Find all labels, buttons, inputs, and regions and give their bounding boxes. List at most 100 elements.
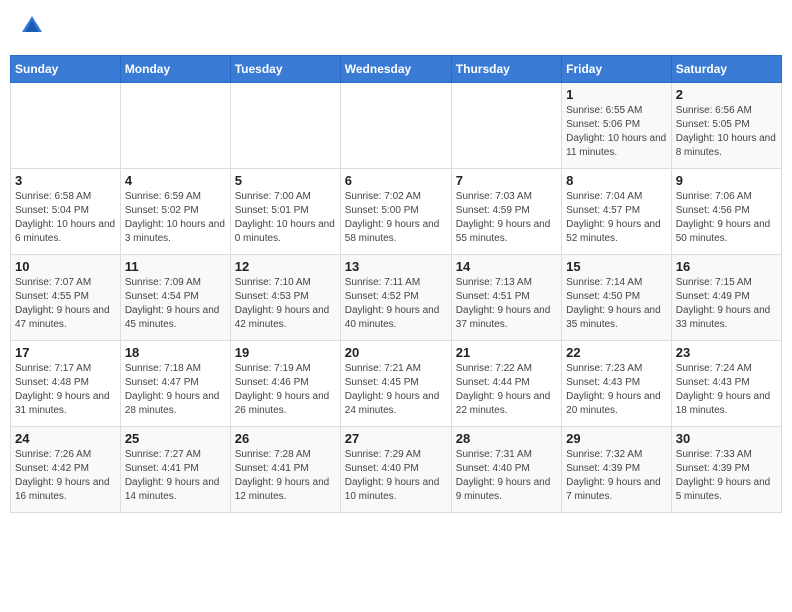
day-cell bbox=[230, 83, 340, 169]
day-cell bbox=[120, 83, 230, 169]
day-info: Sunrise: 7:14 AM Sunset: 4:50 PM Dayligh… bbox=[566, 276, 667, 332]
day-cell: 14 Sunrise: 7:13 AM Sunset: 4:51 PM Dayli… bbox=[451, 255, 561, 341]
calendar-table: SundayMondayTuesdayWednesdayThursdayFrid… bbox=[10, 55, 782, 513]
day-cell: 2 Sunrise: 6:56 AM Sunset: 5:05 PM Daylig… bbox=[671, 83, 781, 169]
calendar-header-row: SundayMondayTuesdayWednesdayThursdayFrid… bbox=[11, 56, 782, 83]
day-cell: 11 Sunrise: 7:09 AM Sunset: 4:54 PM Dayli… bbox=[120, 255, 230, 341]
day-number: 22 bbox=[566, 345, 667, 360]
day-info: Sunrise: 7:24 AM Sunset: 4:43 PM Dayligh… bbox=[676, 362, 777, 418]
day-number: 3 bbox=[15, 173, 116, 188]
column-header-friday: Friday bbox=[562, 56, 672, 83]
day-number: 19 bbox=[235, 345, 336, 360]
day-cell: 26 Sunrise: 7:28 AM Sunset: 4:41 PM Dayli… bbox=[230, 427, 340, 513]
column-header-thursday: Thursday bbox=[451, 56, 561, 83]
day-info: Sunrise: 7:10 AM Sunset: 4:53 PM Dayligh… bbox=[235, 276, 336, 332]
day-number: 17 bbox=[15, 345, 116, 360]
day-info: Sunrise: 7:11 AM Sunset: 4:52 PM Dayligh… bbox=[345, 276, 447, 332]
day-number: 8 bbox=[566, 173, 667, 188]
day-number: 2 bbox=[676, 87, 777, 102]
day-number: 21 bbox=[456, 345, 557, 360]
day-number: 25 bbox=[125, 431, 226, 446]
day-cell: 18 Sunrise: 7:18 AM Sunset: 4:47 PM Dayli… bbox=[120, 341, 230, 427]
day-info: Sunrise: 7:04 AM Sunset: 4:57 PM Dayligh… bbox=[566, 190, 667, 246]
day-cell: 24 Sunrise: 7:26 AM Sunset: 4:42 PM Dayli… bbox=[11, 427, 121, 513]
page-header bbox=[10, 10, 782, 47]
day-number: 15 bbox=[566, 259, 667, 274]
week-row-2: 3 Sunrise: 6:58 AM Sunset: 5:04 PM Daylig… bbox=[11, 169, 782, 255]
column-header-monday: Monday bbox=[120, 56, 230, 83]
day-info: Sunrise: 7:31 AM Sunset: 4:40 PM Dayligh… bbox=[456, 448, 557, 504]
day-number: 1 bbox=[566, 87, 667, 102]
day-cell: 8 Sunrise: 7:04 AM Sunset: 4:57 PM Daylig… bbox=[562, 169, 672, 255]
day-info: Sunrise: 7:27 AM Sunset: 4:41 PM Dayligh… bbox=[125, 448, 226, 504]
day-info: Sunrise: 7:22 AM Sunset: 4:44 PM Dayligh… bbox=[456, 362, 557, 418]
day-info: Sunrise: 7:21 AM Sunset: 4:45 PM Dayligh… bbox=[345, 362, 447, 418]
column-header-wednesday: Wednesday bbox=[340, 56, 451, 83]
logo-icon bbox=[20, 14, 44, 38]
day-number: 4 bbox=[125, 173, 226, 188]
calendar-body: 1 Sunrise: 6:55 AM Sunset: 5:06 PM Daylig… bbox=[11, 83, 782, 513]
day-cell: 13 Sunrise: 7:11 AM Sunset: 4:52 PM Dayli… bbox=[340, 255, 451, 341]
day-info: Sunrise: 6:58 AM Sunset: 5:04 PM Dayligh… bbox=[15, 190, 116, 246]
day-info: Sunrise: 7:15 AM Sunset: 4:49 PM Dayligh… bbox=[676, 276, 777, 332]
day-cell: 7 Sunrise: 7:03 AM Sunset: 4:59 PM Daylig… bbox=[451, 169, 561, 255]
column-header-tuesday: Tuesday bbox=[230, 56, 340, 83]
day-info: Sunrise: 7:00 AM Sunset: 5:01 PM Dayligh… bbox=[235, 190, 336, 246]
day-cell: 27Sunrise: 7:29 AM Sunset: 4:40 PM Dayli… bbox=[340, 427, 451, 513]
day-cell: 9Sunrise: 7:06 AM Sunset: 4:56 PM Daylig… bbox=[671, 169, 781, 255]
day-cell: 29 Sunrise: 7:32 AM Sunset: 4:39 PM Dayli… bbox=[562, 427, 672, 513]
day-cell: 5Sunrise: 7:00 AM Sunset: 5:01 PM Daylig… bbox=[230, 169, 340, 255]
day-info: Sunrise: 7:32 AM Sunset: 4:39 PM Dayligh… bbox=[566, 448, 667, 504]
day-number: 28 bbox=[456, 431, 557, 446]
day-cell: 16 Sunrise: 7:15 AM Sunset: 4:49 PM Dayli… bbox=[671, 255, 781, 341]
day-cell bbox=[340, 83, 451, 169]
day-info: Sunrise: 6:56 AM Sunset: 5:05 PM Dayligh… bbox=[676, 104, 777, 160]
day-cell: 25 Sunrise: 7:27 AM Sunset: 4:41 PM Dayli… bbox=[120, 427, 230, 513]
day-cell: 15 Sunrise: 7:14 AM Sunset: 4:50 PM Dayli… bbox=[562, 255, 672, 341]
day-number: 26 bbox=[235, 431, 336, 446]
day-cell bbox=[451, 83, 561, 169]
day-info: Sunrise: 7:02 AM Sunset: 5:00 PM Dayligh… bbox=[345, 190, 447, 246]
day-info: Sunrise: 7:26 AM Sunset: 4:42 PM Dayligh… bbox=[15, 448, 116, 504]
day-number: 20 bbox=[345, 345, 447, 360]
day-number: 24 bbox=[15, 431, 116, 446]
day-cell: 12 Sunrise: 7:10 AM Sunset: 4:53 PM Dayli… bbox=[230, 255, 340, 341]
logo bbox=[18, 14, 44, 43]
day-cell: 6Sunrise: 7:02 AM Sunset: 5:00 PM Daylig… bbox=[340, 169, 451, 255]
week-row-4: 17 Sunrise: 7:17 AM Sunset: 4:48 PM Dayli… bbox=[11, 341, 782, 427]
week-row-3: 10Sunrise: 7:07 AM Sunset: 4:55 PM Dayli… bbox=[11, 255, 782, 341]
day-number: 12 bbox=[235, 259, 336, 274]
day-number: 9 bbox=[676, 173, 777, 188]
day-cell: 17 Sunrise: 7:17 AM Sunset: 4:48 PM Dayli… bbox=[11, 341, 121, 427]
day-info: Sunrise: 7:18 AM Sunset: 4:47 PM Dayligh… bbox=[125, 362, 226, 418]
day-number: 27 bbox=[345, 431, 447, 446]
day-number: 16 bbox=[676, 259, 777, 274]
week-row-5: 24 Sunrise: 7:26 AM Sunset: 4:42 PM Dayli… bbox=[11, 427, 782, 513]
day-number: 23 bbox=[676, 345, 777, 360]
day-cell: 4Sunrise: 6:59 AM Sunset: 5:02 PM Daylig… bbox=[120, 169, 230, 255]
day-cell: 3 Sunrise: 6:58 AM Sunset: 5:04 PM Daylig… bbox=[11, 169, 121, 255]
day-cell: 1 Sunrise: 6:55 AM Sunset: 5:06 PM Daylig… bbox=[562, 83, 672, 169]
day-number: 14 bbox=[456, 259, 557, 274]
day-cell: 28 Sunrise: 7:31 AM Sunset: 4:40 PM Dayli… bbox=[451, 427, 561, 513]
day-info: Sunrise: 7:23 AM Sunset: 4:43 PM Dayligh… bbox=[566, 362, 667, 418]
day-info: Sunrise: 7:19 AM Sunset: 4:46 PM Dayligh… bbox=[235, 362, 336, 418]
day-number: 7 bbox=[456, 173, 557, 188]
day-cell: 22 Sunrise: 7:23 AM Sunset: 4:43 PM Dayli… bbox=[562, 341, 672, 427]
day-number: 13 bbox=[345, 259, 447, 274]
day-info: Sunrise: 7:03 AM Sunset: 4:59 PM Dayligh… bbox=[456, 190, 557, 246]
day-info: Sunrise: 6:55 AM Sunset: 5:06 PM Dayligh… bbox=[566, 104, 667, 160]
day-cell: 23 Sunrise: 7:24 AM Sunset: 4:43 PM Dayli… bbox=[671, 341, 781, 427]
day-info: Sunrise: 7:07 AM Sunset: 4:55 PM Dayligh… bbox=[15, 276, 116, 332]
week-row-1: 1 Sunrise: 6:55 AM Sunset: 5:06 PM Daylig… bbox=[11, 83, 782, 169]
day-cell: 19 Sunrise: 7:19 AM Sunset: 4:46 PM Dayli… bbox=[230, 341, 340, 427]
day-cell: 20 Sunrise: 7:21 AM Sunset: 4:45 PM Dayli… bbox=[340, 341, 451, 427]
day-number: 29 bbox=[566, 431, 667, 446]
day-info: Sunrise: 7:09 AM Sunset: 4:54 PM Dayligh… bbox=[125, 276, 226, 332]
day-info: Sunrise: 7:28 AM Sunset: 4:41 PM Dayligh… bbox=[235, 448, 336, 504]
day-number: 18 bbox=[125, 345, 226, 360]
day-cell bbox=[11, 83, 121, 169]
day-info: Sunrise: 7:13 AM Sunset: 4:51 PM Dayligh… bbox=[456, 276, 557, 332]
day-number: 11 bbox=[125, 259, 226, 274]
day-info: Sunrise: 7:17 AM Sunset: 4:48 PM Dayligh… bbox=[15, 362, 116, 418]
